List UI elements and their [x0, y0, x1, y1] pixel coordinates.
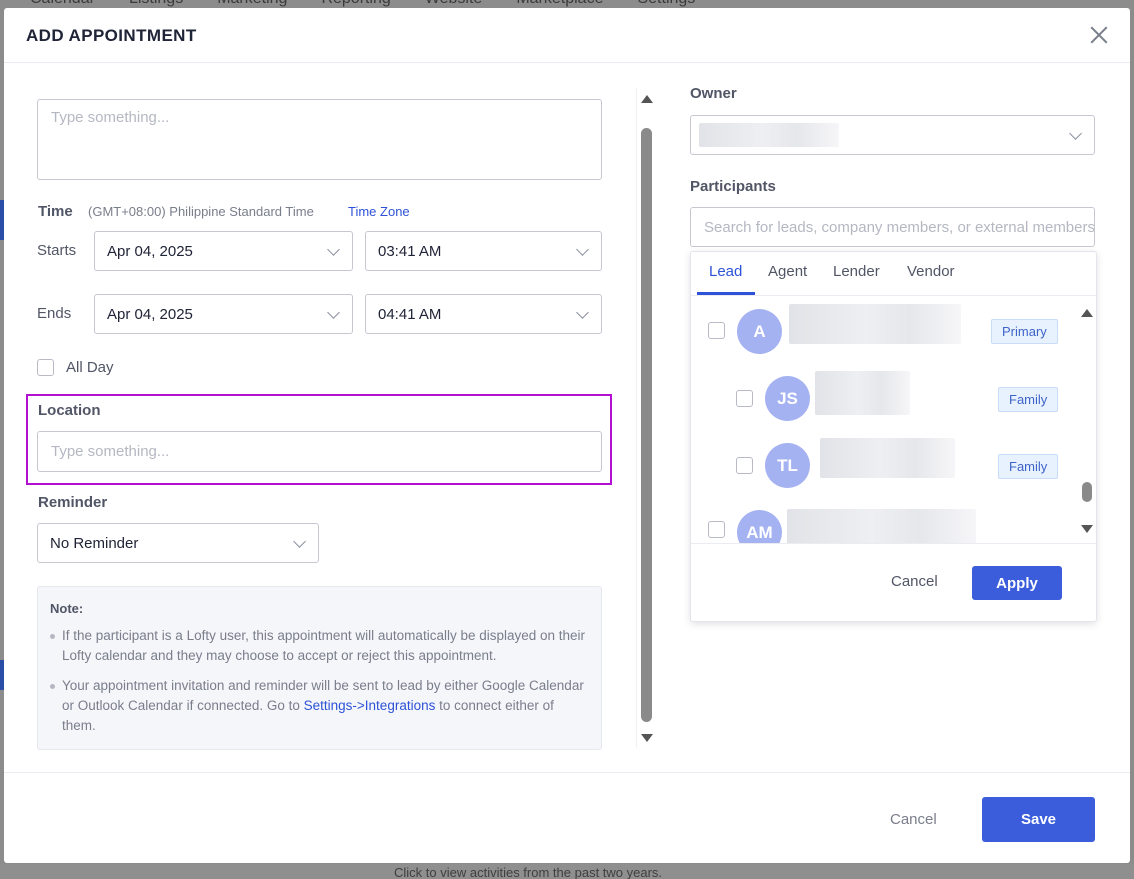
participant-apply-button[interactable]: Apply [972, 566, 1062, 600]
bg-nav-item: Listings [129, 0, 183, 8]
participants-label: Participants [690, 178, 776, 195]
tab-lead[interactable]: Lead [709, 263, 742, 280]
end-date-value: Apr 04, 2025 [107, 306, 193, 323]
participant-list: A Primary JS Family TL Family AM [691, 297, 1096, 543]
add-appointment-modal: ADD APPOINTMENT Type something... Time (… [4, 8, 1130, 863]
start-date-select[interactable]: Apr 04, 2025 [94, 231, 353, 271]
note-box: Note: If the participant is a Lofty user… [37, 586, 602, 750]
tab-lender[interactable]: Lender [833, 263, 880, 280]
bg-nav-item: Marketplace [516, 0, 603, 8]
participant-tabs: Lead Agent Lender Vendor [691, 252, 1096, 296]
bg-nav-item: Calendar [30, 0, 95, 8]
background-nav: Calendar Listings Marketing Reporting We… [0, 0, 1134, 8]
avatar: A [737, 309, 782, 354]
tab-agent[interactable]: Agent [768, 263, 807, 280]
settings-integrations-link[interactable]: Settings->Integrations [304, 698, 436, 713]
cancel-button[interactable]: Cancel [890, 811, 937, 828]
participant-list-scrollbar[interactable] [1077, 297, 1095, 543]
reminder-label: Reminder [38, 494, 108, 511]
reminder-value: No Reminder [50, 535, 139, 552]
background-footer: Click to view activities from the past t… [0, 864, 1134, 879]
note-item: Your appointment invitation and reminder… [50, 676, 589, 736]
scroll-down-arrow-icon[interactable] [1081, 525, 1093, 533]
tab-vendor[interactable]: Vendor [907, 263, 955, 280]
avatar: JS [765, 376, 810, 421]
participant-dropdown-footer: Cancel Apply [691, 543, 1096, 621]
bg-nav-item: Marketing [217, 0, 287, 8]
bg-nav-item: Reporting [321, 0, 390, 8]
timezone-text: (GMT+08:00) Philippine Standard Time [88, 204, 314, 219]
participant-name-redacted [789, 304, 961, 344]
note-item: If the participant is a Lofty user, this… [50, 626, 589, 666]
left-column-scrollbar[interactable] [636, 88, 654, 748]
bg-nav-item: Website [425, 0, 483, 8]
start-date-value: Apr 04, 2025 [107, 243, 193, 260]
time-label: Time [38, 203, 73, 220]
scrollbar-thumb[interactable] [641, 128, 652, 722]
save-button[interactable]: Save [982, 797, 1095, 842]
start-time-select[interactable]: 03:41 AM [365, 231, 602, 271]
participant-name-redacted [820, 438, 955, 478]
participant-checkbox[interactable] [708, 322, 725, 339]
close-icon[interactable] [1088, 24, 1110, 46]
relationship-tag: Primary [991, 319, 1058, 344]
end-time-select[interactable]: 04:41 AM [365, 294, 602, 334]
modal-title: ADD APPOINTMENT [26, 26, 197, 45]
avatar: TL [765, 443, 810, 488]
active-tab-indicator [697, 292, 755, 295]
location-input[interactable]: Type something... [37, 431, 602, 472]
scroll-down-arrow-icon[interactable] [641, 734, 653, 742]
relationship-tag: Family [998, 454, 1059, 479]
timezone-link[interactable]: Time Zone [348, 204, 410, 219]
owner-select[interactable] [690, 115, 1095, 155]
scrollbar-thumb[interactable] [1082, 482, 1092, 502]
participant-name-redacted [787, 509, 976, 543]
participant-checkbox[interactable] [736, 457, 753, 474]
owner-label: Owner [690, 85, 737, 102]
chevron-down-icon [327, 306, 340, 319]
all-day-label: All Day [66, 359, 114, 376]
end-time-value: 04:41 AM [378, 306, 442, 323]
participant-checkbox[interactable] [736, 390, 753, 407]
all-day-checkbox[interactable] [37, 359, 54, 376]
relationship-tag: Family [998, 387, 1059, 412]
modal-footer: Cancel Save [4, 772, 1130, 863]
description-textarea[interactable]: Type something... [37, 99, 602, 180]
start-time-value: 03:41 AM [378, 243, 442, 260]
bg-nav-item: Settings [637, 0, 695, 8]
scroll-up-arrow-icon[interactable] [1081, 309, 1093, 317]
chevron-down-icon [1069, 127, 1082, 140]
participant-cancel-button[interactable]: Cancel [891, 573, 938, 590]
reminder-select[interactable]: No Reminder [37, 523, 319, 563]
chevron-down-icon [576, 243, 589, 256]
note-item-text: If the participant is a Lofty user, this… [62, 628, 586, 663]
participant-checkbox[interactable] [708, 521, 725, 538]
owner-value-redacted [699, 123, 839, 147]
ends-label: Ends [37, 305, 72, 322]
background-footer-text: Click to view activities from the past t… [394, 865, 663, 879]
chevron-down-icon [293, 535, 306, 548]
avatar: AM [737, 510, 782, 543]
starts-label: Starts [37, 242, 77, 259]
location-label: Location [38, 402, 101, 419]
note-title: Note: [50, 601, 84, 616]
chevron-down-icon [576, 306, 589, 319]
participant-dropdown: Lead Agent Lender Vendor A Primary JS Fa… [690, 251, 1097, 622]
participant-name-redacted [815, 371, 910, 415]
participant-search-input[interactable]: Search for leads, company members, or ex… [690, 207, 1095, 247]
end-date-select[interactable]: Apr 04, 2025 [94, 294, 353, 334]
scroll-up-arrow-icon[interactable] [641, 95, 653, 103]
modal-header: ADD APPOINTMENT [4, 8, 1130, 63]
chevron-down-icon [327, 243, 340, 256]
